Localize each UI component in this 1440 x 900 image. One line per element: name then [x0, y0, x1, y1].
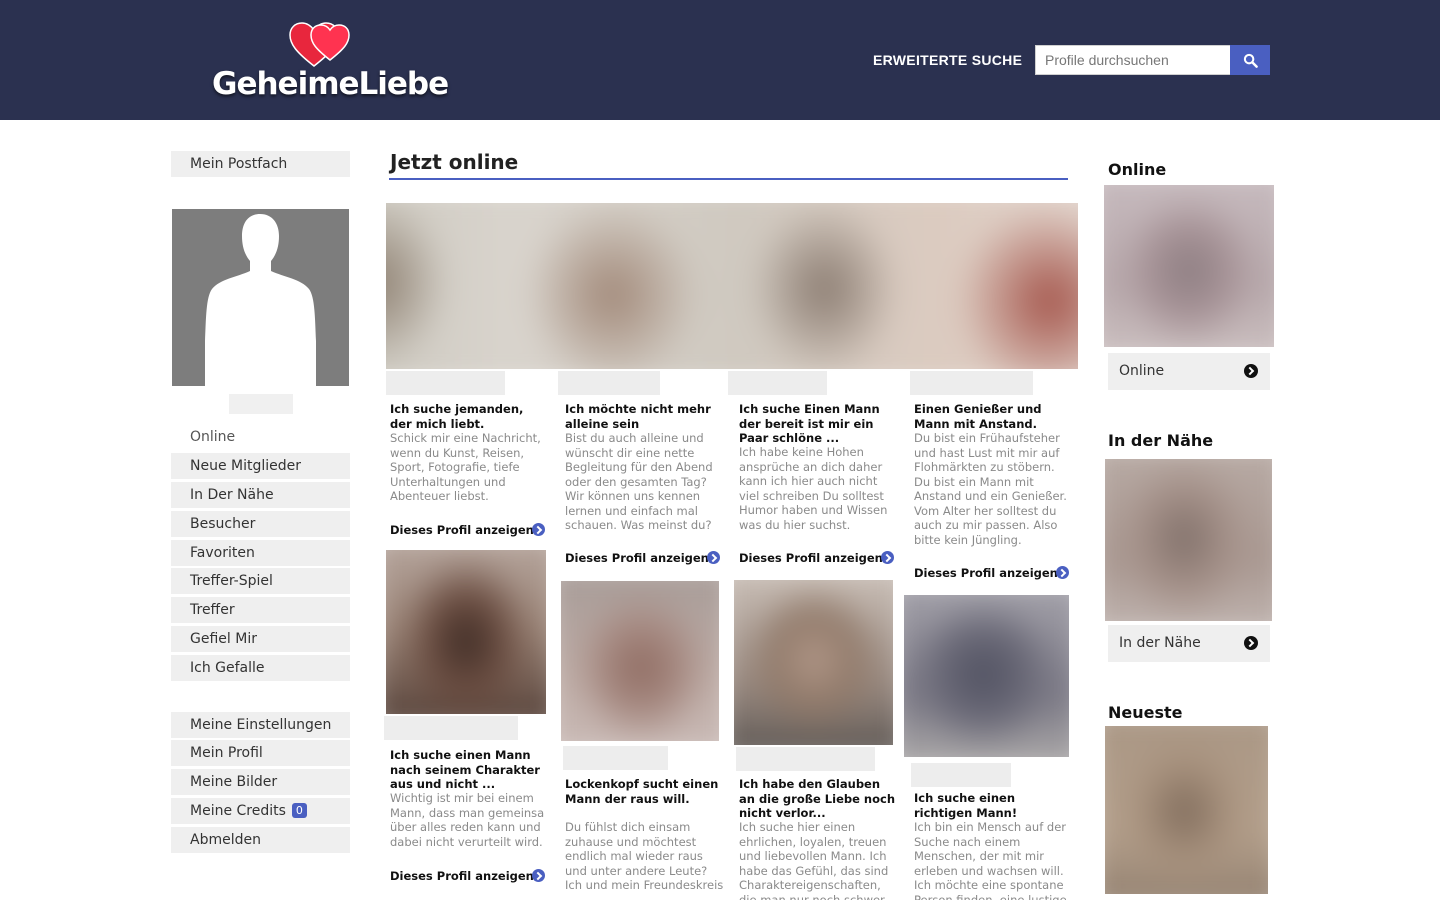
profile-name-placeholder [384, 716, 518, 740]
site-logo[interactable]: GeheimeLiebe [206, 20, 449, 110]
view-profile-link[interactable]: Dieses Profil anzeigen [390, 523, 534, 537]
nav-logout[interactable]: Abmelden [171, 827, 350, 853]
search-button[interactable] [1230, 45, 1270, 75]
card-title: Einen Genießer und Mann mit Anstand. [914, 402, 1042, 431]
arrow-right-icon[interactable] [532, 869, 545, 882]
arrow-right-icon[interactable] [532, 523, 545, 536]
avatar[interactable] [172, 209, 349, 386]
nearby-button-label: In der Nähe [1119, 635, 1201, 651]
nav-new-members[interactable]: Neue Mitglieder [171, 453, 350, 479]
profile-name-placeholder [910, 371, 1033, 395]
nearby-section-title: In der Nähe [1108, 431, 1214, 450]
nav-nearby[interactable]: In Der Nähe [171, 482, 350, 508]
person-silhouette-icon [205, 214, 316, 386]
card-title: Ich habe den Glauben an die große Liebe … [739, 777, 896, 820]
nav-match-game[interactable]: Treffer-Spiel [171, 568, 350, 594]
card-description: Bist du auch alleine und wünscht dir ein… [565, 431, 713, 532]
page-title: Jetzt online [390, 150, 519, 174]
view-profile-link[interactable]: Dieses Profil anzeigen [565, 551, 709, 565]
card-title: Ich suche einen richtigen Mann! [914, 791, 1018, 820]
search-icon [1243, 53, 1258, 68]
search-input[interactable] [1035, 45, 1230, 75]
view-profile-link[interactable]: Dieses Profil anzeigen [390, 869, 534, 883]
profile-name-placeholder [558, 371, 660, 395]
nav-profile[interactable]: Mein Profil [171, 740, 350, 766]
username-placeholder [229, 394, 293, 414]
profile-photo[interactable] [386, 550, 546, 714]
profile-photo-strip[interactable] [386, 203, 1078, 369]
card-description: Du fühlst dich einsam zuhause und möchte… [565, 820, 724, 894]
card-description: Ich suche hier einen ehrlichen, loyalen,… [739, 820, 889, 900]
view-profile-link[interactable]: Dieses Profil anzeigen [914, 566, 1058, 580]
nav-likes-me[interactable]: Ich Gefalle [171, 655, 350, 681]
profile-name-placeholder [728, 371, 827, 395]
arrow-right-icon [1244, 636, 1258, 650]
card-title: Ich möchte nicht mehr alleine sein [565, 402, 711, 431]
card-description: Ich bin ein Mensch auf der Suche nach ei… [914, 820, 1067, 900]
arrow-right-icon[interactable] [707, 551, 720, 564]
hearts-logo-icon [289, 22, 350, 67]
online-button-label: Online [1119, 363, 1165, 379]
arrow-right-icon [1244, 364, 1258, 378]
advanced-search-link[interactable]: ERWEITERTE SUCHE [873, 52, 1022, 68]
nav-pictures[interactable]: Meine Bilder [171, 769, 350, 795]
nav-settings[interactable]: Meine Einstellungen [171, 712, 350, 738]
newest-section-title: Neueste [1108, 703, 1183, 722]
view-profile-link[interactable]: Dieses Profil anzeigen [739, 551, 883, 565]
status-online[interactable]: Online [190, 429, 235, 445]
profile-photo[interactable] [561, 581, 719, 741]
card-description: Schick mir eine Nachricht, wenn du Kunst… [390, 431, 541, 503]
profile-name-placeholder [911, 763, 1011, 787]
arrow-right-icon[interactable] [1056, 566, 1069, 579]
nav-visitors[interactable]: Besucher [171, 511, 350, 537]
inbox-button[interactable]: Mein Postfach [171, 151, 350, 177]
card-title: Ich suche Einen Mann der bereit ist mir … [739, 402, 880, 445]
nav-favorites[interactable]: Favoriten [171, 540, 350, 566]
credits-badge: 0 [291, 803, 307, 818]
nearby-button[interactable]: In der Nähe [1108, 625, 1270, 662]
card-description: Du bist ein Frühaufsteher und hast Lust … [914, 431, 1067, 547]
card-title: Lockenkopf sucht einen Mann der raus wil… [565, 777, 719, 806]
profile-name-placeholder [386, 371, 505, 395]
profile-photo[interactable] [904, 595, 1069, 757]
nearby-profile-photo[interactable] [1105, 459, 1272, 621]
nav-matches[interactable]: Treffer [171, 597, 350, 623]
logo-text: GeheimeLiebe [212, 66, 449, 102]
card-description: Wichtig ist mir bei einem Mann, dass man… [390, 791, 545, 849]
nav-credits[interactable]: Meine Credits 0 [171, 798, 350, 824]
title-underline [389, 178, 1068, 180]
arrow-right-icon[interactable] [881, 551, 894, 564]
card-title: Ich suche jemanden, der mich liebt. [390, 402, 524, 431]
site-header: GeheimeLiebe ERWEITERTE SUCHE [0, 0, 1440, 120]
credits-label: Meine Credits [190, 803, 286, 819]
card-title: Ich suche einen Mann nach seinem Charakt… [390, 748, 540, 791]
online-section-title: Online [1108, 160, 1167, 179]
online-button[interactable]: Online [1108, 353, 1270, 390]
online-profile-photo[interactable] [1104, 185, 1274, 347]
profile-name-placeholder [736, 747, 875, 771]
card-description: Ich habe keine Hohen ansprüche an dich d… [739, 445, 888, 532]
profile-name-placeholder [563, 746, 668, 770]
nav-liked[interactable]: Gefiel Mir [171, 626, 350, 652]
newest-profile-photo[interactable] [1105, 726, 1268, 894]
profile-photo[interactable] [734, 580, 893, 745]
